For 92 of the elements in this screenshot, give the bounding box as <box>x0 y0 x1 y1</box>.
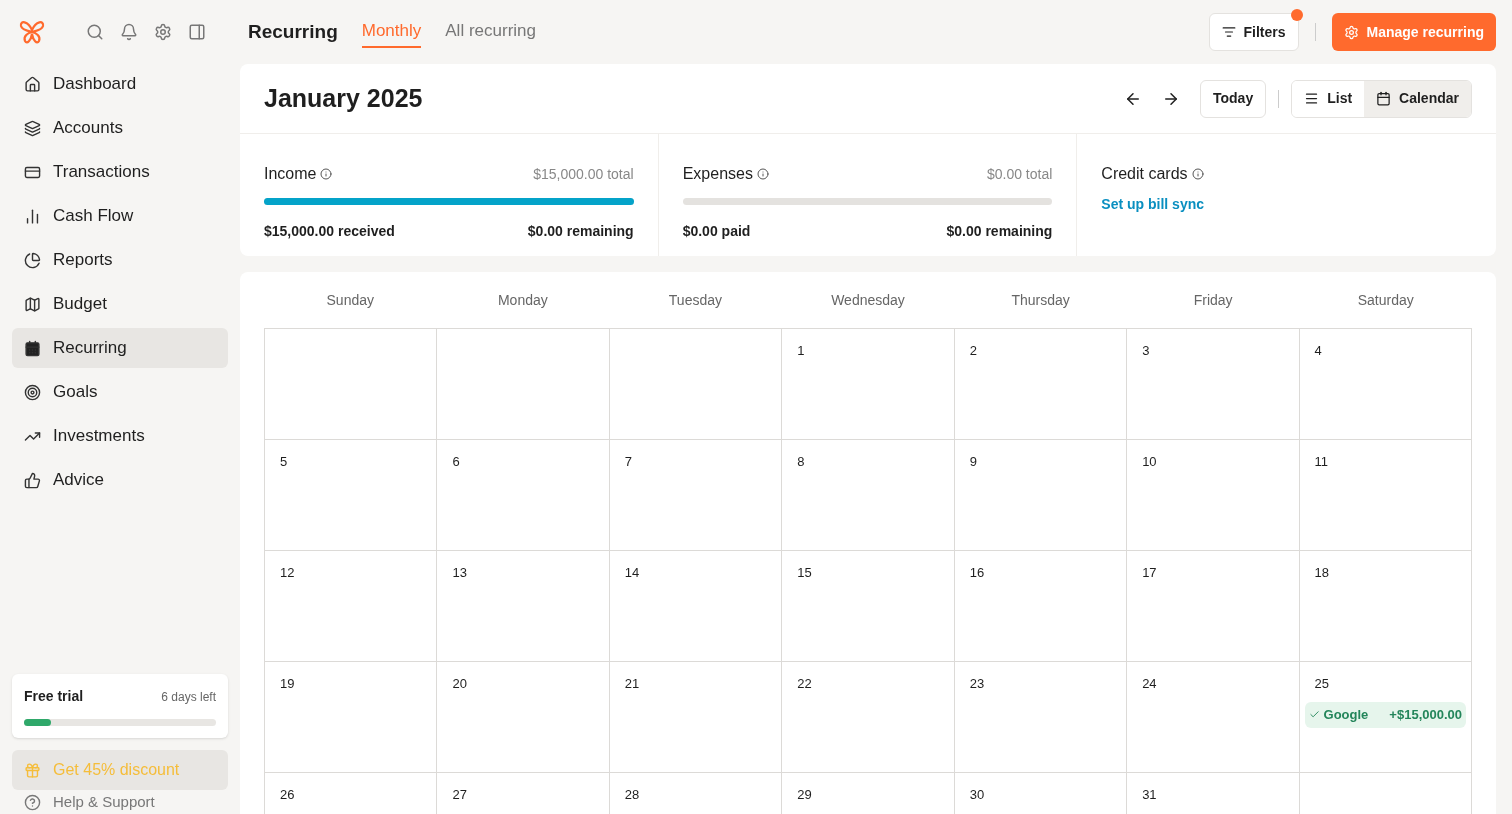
summary-total: $15,000.00 total <box>533 164 634 184</box>
day-number: 22 <box>796 675 813 693</box>
logo-icon <box>18 18 46 46</box>
weekday-header: Friday <box>1192 290 1234 310</box>
sidebar-item[interactable]: Investments <box>12 416 228 456</box>
sidebar-item[interactable]: Transactions <box>12 152 228 192</box>
day-number: 16 <box>968 564 986 582</box>
day-number: 23 <box>968 675 986 693</box>
settings-icon[interactable] <box>154 23 172 41</box>
summary-detail: $0.00 remaining <box>946 222 1053 241</box>
trial-title: Free trial <box>24 687 84 706</box>
bar-chart-icon <box>24 207 41 225</box>
day-number: 31 <box>1141 786 1158 804</box>
pie-chart-icon <box>24 251 41 269</box>
sidebar-item[interactable]: Cash Flow <box>12 196 228 236</box>
day-number: 6 <box>451 453 461 471</box>
calendar-icon <box>1376 91 1392 106</box>
day-number: 2 <box>968 342 978 360</box>
search-icon[interactable] <box>86 23 104 41</box>
target-icon <box>24 383 41 401</box>
layers-icon <box>24 119 41 137</box>
info-icon[interactable] <box>320 168 333 180</box>
page-title: Recurring <box>248 19 338 44</box>
day-number: 26 <box>279 786 296 804</box>
day-number: 11 <box>1313 453 1330 471</box>
day-number: 24 <box>1141 675 1158 693</box>
day-number: 17 <box>1141 564 1158 582</box>
day-number: 3 <box>1141 342 1151 360</box>
day-number: 7 <box>623 453 634 471</box>
day-number: 8 <box>796 453 806 471</box>
month-title: January 2025 <box>264 82 423 114</box>
filter-icon <box>1221 25 1236 39</box>
calendar-icon <box>24 339 41 357</box>
day-number: 21 <box>623 675 641 693</box>
day-number: 27 <box>451 786 468 804</box>
day-number: 13 <box>451 564 468 582</box>
sidebar-item[interactable]: Accounts <box>12 108 228 148</box>
summary-title: Credit cards <box>1101 164 1188 184</box>
event-amount: +$15,000.00 <box>1389 705 1462 724</box>
trial-days-left: 6 days left <box>161 688 216 706</box>
day-number: 19 <box>279 675 296 693</box>
help-link[interactable]: Help & Support <box>12 792 228 812</box>
sidebar-item[interactable]: Recurring <box>12 328 228 368</box>
day-number: 25 <box>1313 675 1331 693</box>
sidebar-item[interactable]: Goals <box>12 372 228 412</box>
day-number: 30 <box>968 786 986 804</box>
summary-title: Expenses <box>682 164 753 184</box>
weekday-header: Thursday <box>1010 290 1071 310</box>
day-number: 4 <box>1313 342 1323 360</box>
day-number: 18 <box>1313 564 1331 582</box>
sidebar-item[interactable]: Budget <box>12 284 228 324</box>
bell-icon[interactable] <box>120 23 138 41</box>
sidebar-item[interactable]: Dashboard <box>12 64 228 104</box>
map-icon <box>24 295 41 313</box>
help-icon <box>24 793 41 811</box>
filters-button[interactable]: Filters <box>1208 13 1299 51</box>
info-icon[interactable] <box>756 168 769 180</box>
day-number: 28 <box>623 786 641 804</box>
summary-detail: $0.00 remaining <box>527 222 634 241</box>
weekday-header: Tuesday <box>667 290 723 310</box>
event-name: Google <box>1323 705 1369 724</box>
weekday-header: Saturday <box>1356 290 1415 310</box>
weekday-header: Sunday <box>325 290 375 310</box>
today-button[interactable]: Today <box>1200 79 1267 118</box>
day-number: 29 <box>796 786 813 804</box>
tab[interactable]: All recurring <box>445 16 536 48</box>
weekday-header: Monday <box>496 290 549 310</box>
summary-detail: $0.00 paid <box>682 222 751 241</box>
list-icon <box>1304 91 1320 106</box>
day-number: 5 <box>279 453 289 471</box>
info-icon[interactable] <box>1191 168 1204 180</box>
bill-sync-link[interactable]: Set up bill sync <box>1101 194 1472 215</box>
sidebar-item[interactable]: Advice <box>12 460 228 500</box>
weekday-header: Wednesday <box>830 290 906 310</box>
summary-total: $0.00 total <box>986 164 1053 184</box>
home-icon <box>24 75 41 93</box>
settings-icon <box>1343 24 1359 40</box>
day-number: 9 <box>968 453 978 471</box>
view-toggle[interactable]: Calendar <box>1364 80 1471 117</box>
thumbs-up-icon <box>24 471 41 489</box>
recurring-event[interactable]: Google +$15,000.00 <box>1304 701 1466 728</box>
gift-icon <box>24 761 41 779</box>
day-number: 14 <box>623 564 641 582</box>
day-number: 15 <box>796 564 813 582</box>
panel-icon[interactable] <box>188 23 206 41</box>
day-number: 10 <box>1141 453 1158 471</box>
summary-detail: $15,000.00 received <box>264 222 395 241</box>
day-number: 1 <box>796 342 806 360</box>
day-number: 12 <box>279 564 296 582</box>
day-number: 20 <box>451 675 468 693</box>
summary-title: Income <box>264 164 317 184</box>
sidebar-item[interactable]: Reports <box>12 240 228 280</box>
